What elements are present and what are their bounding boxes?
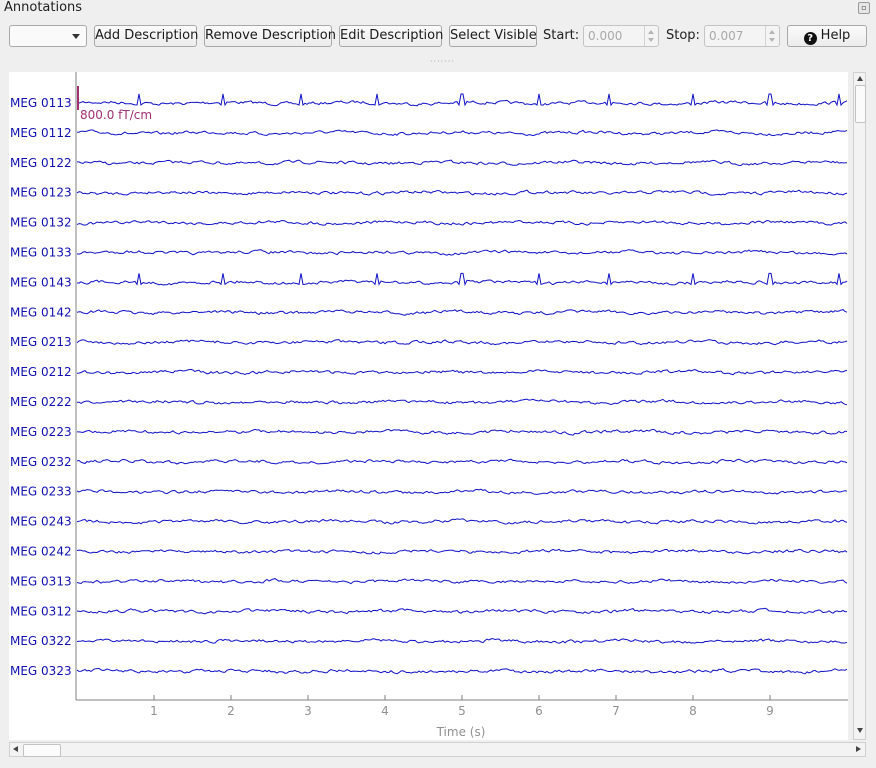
stop-spin-arrows[interactable] <box>765 26 779 46</box>
horizontal-scroll-thumb[interactable] <box>23 744 61 757</box>
channel-label[interactable]: MEG 0243 <box>10 515 72 529</box>
channel-trace <box>76 518 848 525</box>
vertical-scrollbar[interactable] <box>853 72 866 740</box>
annotation-toolbar: Add Description Remove Description Edit … <box>0 24 876 50</box>
channel-labels: MEG 0113 MEG 0112 MEG 0122 MEG 0123 MEG 0132… <box>10 96 72 678</box>
start-spinbox[interactable]: 0.000 <box>583 25 659 47</box>
stop-spinbox[interactable]: 0.007 <box>704 25 780 47</box>
chevron-down-icon <box>72 34 80 39</box>
splitter-handle[interactable]: ······· <box>430 57 455 66</box>
x-tick-label: 4 <box>381 704 389 718</box>
x-tick-label: 5 <box>458 704 466 718</box>
channel-label[interactable]: MEG 0312 <box>10 604 72 618</box>
channel-label[interactable]: MEG 0233 <box>10 485 72 499</box>
traces-canvas: MEG 0113 MEG 0112 MEG 0122 MEG 0123 MEG 0132… <box>10 72 848 739</box>
channel-trace <box>76 368 848 376</box>
channel-label[interactable]: MEG 0222 <box>10 395 72 409</box>
channel-trace <box>76 667 848 675</box>
x-axis-label: Time (s) <box>436 725 486 739</box>
start-spin-arrows[interactable] <box>644 26 658 46</box>
scroll-up-icon[interactable] <box>857 76 863 81</box>
channel-trace <box>76 219 848 226</box>
add-description-button[interactable]: Add Description <box>94 25 198 47</box>
channel-label[interactable]: MEG 0112 <box>10 126 72 140</box>
channel-label[interactable]: MEG 0242 <box>10 545 72 559</box>
x-tick-label: 1 <box>150 704 158 718</box>
channel-trace <box>76 249 848 256</box>
channel-trace <box>76 339 848 346</box>
channel-trace <box>76 129 848 137</box>
channel-trace <box>76 458 848 465</box>
help-button[interactable]: ? Help <box>787 25 867 47</box>
scale-bar-label: 800.0 fT/cm <box>80 108 152 122</box>
help-icon: ? <box>803 32 817 45</box>
channel-label[interactable]: MEG 0313 <box>10 574 72 588</box>
channel-trace <box>76 398 848 406</box>
start-label: Start: <box>543 28 580 43</box>
channel-trace <box>76 189 848 196</box>
channel-trace <box>76 548 848 555</box>
channel-label[interactable]: MEG 0113 <box>10 96 72 110</box>
start-value: 0.000 <box>588 29 623 43</box>
channel-label[interactable]: MEG 0323 <box>10 664 72 678</box>
scroll-right-icon[interactable] <box>856 746 861 752</box>
channel-trace <box>77 428 848 436</box>
channel-label[interactable]: MEG 0142 <box>10 305 72 319</box>
channel-label[interactable]: MEG 0122 <box>10 156 72 170</box>
edit-description-button[interactable]: Edit Description <box>339 25 443 47</box>
x-tick-label: 3 <box>304 704 312 718</box>
channel-label[interactable]: MEG 0213 <box>10 335 72 349</box>
stop-value: 0.007 <box>709 29 744 43</box>
scroll-down-icon[interactable] <box>857 728 863 733</box>
select-visible-button[interactable]: Select Visible <box>449 25 537 47</box>
x-tick-label: 8 <box>689 704 697 718</box>
channel-label[interactable]: MEG 0232 <box>10 455 72 469</box>
help-label: Help <box>820 28 851 43</box>
channel-label[interactable]: MEG 0132 <box>10 216 72 230</box>
remove-description-button[interactable]: Remove Description <box>204 25 336 47</box>
stop-label: Stop: <box>666 28 700 43</box>
x-tick-label: 6 <box>535 704 543 718</box>
x-tick-label: 7 <box>612 704 620 718</box>
trace-group <box>76 93 848 675</box>
channel-trace <box>76 638 848 644</box>
channel-trace <box>76 488 848 495</box>
x-ticks: 1 2 3 4 5 6 7 8 9 <box>150 695 774 718</box>
channel-label[interactable]: MEG 0143 <box>10 275 72 289</box>
dock-title: Annotations <box>4 0 83 15</box>
description-combo[interactable] <box>9 25 87 47</box>
channel-label[interactable]: MEG 0322 <box>10 634 72 648</box>
x-tick-label: 2 <box>227 704 235 718</box>
channel-label[interactable]: MEG 0212 <box>10 365 72 379</box>
channel-label[interactable]: MEG 0133 <box>10 246 72 260</box>
raw-data-plot[interactable]: MEG 0113 MEG 0112 MEG 0122 MEG 0123 MEG 0132… <box>9 72 848 740</box>
horizontal-scrollbar[interactable] <box>9 742 866 757</box>
vertical-scroll-thumb[interactable] <box>855 85 866 123</box>
channel-label[interactable]: MEG 0223 <box>10 425 72 439</box>
undock-icon[interactable]: ▫ <box>858 2 870 14</box>
annotations-dock-title: Annotations ▫ <box>0 0 876 16</box>
channel-trace <box>76 272 848 286</box>
channel-trace <box>76 93 848 107</box>
x-tick-label: 9 <box>766 704 774 718</box>
scroll-left-icon[interactable] <box>13 746 18 752</box>
channel-trace <box>76 309 848 316</box>
channel-trace <box>76 607 848 615</box>
channel-trace <box>76 578 848 585</box>
channel-trace <box>77 159 848 167</box>
channel-label[interactable]: MEG 0123 <box>10 186 72 200</box>
